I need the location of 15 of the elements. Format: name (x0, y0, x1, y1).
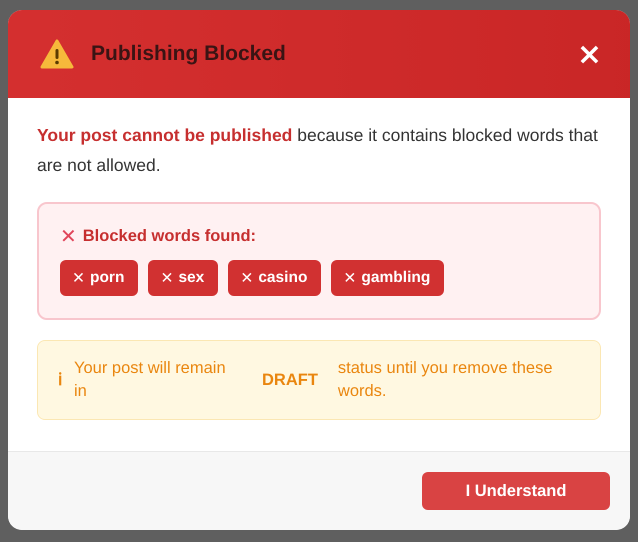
notice-text: Your post will remain in (74, 358, 227, 402)
info-icon: ℹ (58, 368, 62, 392)
warning-icon (40, 39, 74, 69)
error-message: Your post cannot be published because it contains blocked words that are not allowed. (37, 124, 599, 177)
close-button[interactable]: × (568, 36, 610, 72)
understand-button[interactable]: I Understand (422, 472, 610, 510)
dialog-title: Publishing Blocked (91, 42, 287, 66)
blocked-word-tag: ✕ porn (60, 260, 138, 296)
cross-icon: ✕ (60, 224, 77, 248)
blocked-words-heading: Blocked words found: (82, 226, 256, 246)
blocked-word-tag: ✕ gambling (331, 260, 444, 296)
blocked-word-tag: ✕ casino (228, 260, 322, 296)
status-label: DRAFT (262, 370, 318, 390)
notice-text: status until you remove these words. (338, 358, 554, 402)
blocked-word-tag: ✕ sex (148, 260, 218, 296)
